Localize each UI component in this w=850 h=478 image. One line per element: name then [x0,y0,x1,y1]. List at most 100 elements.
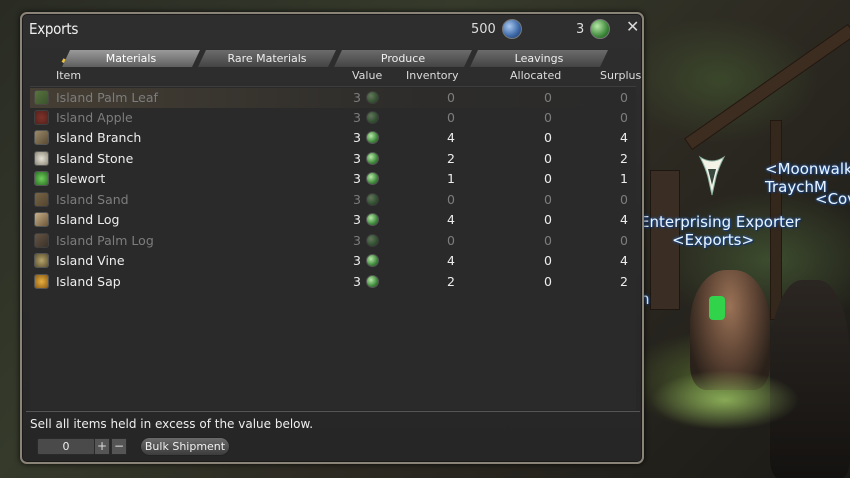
tab-rare-materials[interactable]: Rare Materials [198,50,336,67]
item-name: Island Sand [56,192,129,207]
item-allocated: 0 [544,110,552,125]
palm-leaf-icon [34,90,49,105]
item-name: Island Palm Log [56,233,154,248]
item-list: Island Palm Leaf 3 0 0 0 Island Apple 3 … [30,86,636,410]
item-inventory: 2 [447,274,455,289]
item-inventory: 0 [447,110,455,125]
item-name: Island Palm Leaf [56,90,158,105]
item-value: 3 [353,90,361,105]
sap-icon [34,274,49,289]
close-icon[interactable]: ✕ [626,19,642,35]
held-item [709,296,725,320]
currency-seafarer: 500 [471,19,522,39]
item-value: 3 [353,171,361,186]
item-inventory: 0 [447,90,455,105]
window-title: Exports [29,20,79,38]
table-row[interactable]: Island Sap 3 2 0 2 [30,272,636,292]
category-tabs: Materials Rare Materials Produce Leaving… [62,50,606,67]
exports-window: Exports 500 3 ✕ Materials Rare Materials… [20,12,644,464]
item-allocated: 0 [544,171,552,186]
item-surplus: 0 [620,90,628,105]
item-name: Islewort [56,171,106,186]
item-value: 3 [353,233,361,248]
item-inventory: 4 [447,212,455,227]
table-row[interactable]: Island Log 3 4 0 4 [30,210,636,230]
branch-icon [34,130,49,145]
islander-cowrie-icon [590,19,611,39]
npc-title-label: <Exports> [672,231,755,249]
item-allocated: 0 [544,274,552,289]
bulk-shipment-button[interactable]: Bulk Shipment [140,437,230,456]
islander-cowrie-icon [366,254,379,267]
header-value: Value [352,69,383,82]
islander-cowrie-icon [366,172,379,185]
item-surplus: 2 [620,151,628,166]
table-row[interactable]: Islewort 3 1 0 1 [30,169,636,189]
item-surplus: 0 [620,110,628,125]
item-inventory: 1 [447,171,455,186]
item-name: Island Stone [56,151,134,166]
divider [26,411,640,412]
table-row[interactable]: Island Sand 3 0 0 0 [30,190,636,210]
item-value: 3 [353,253,361,268]
item-value: 3 [353,192,361,207]
tab-produce[interactable]: Produce [334,50,472,67]
quest-marker-icon [698,155,726,196]
table-row[interactable]: Island Palm Leaf 3 0 0 0 [30,88,636,108]
islander-cowrie-icon [366,213,379,226]
islander-cowrie-icon [366,111,379,124]
seafarer-cowrie-icon [501,19,522,39]
item-inventory: 0 [447,192,455,207]
table-row[interactable]: Island Apple 3 0 0 0 [30,108,636,128]
header-allocated: Allocated [510,69,562,82]
npc-name-label: Enterprising Exporter [640,213,801,231]
sand-icon [34,192,49,207]
bulk-instructions: Sell all items held in excess of the val… [30,417,314,431]
item-value: 3 [353,110,361,125]
player-title-label: <Cov [815,190,850,208]
item-inventory: 2 [447,151,455,166]
vine-icon [34,253,49,268]
header-item: Item [56,69,82,82]
item-surplus: 4 [620,253,628,268]
currency-islander: 3 [576,19,611,39]
apple-icon [34,110,49,125]
item-value: 3 [353,212,361,227]
item-allocated: 0 [544,192,552,207]
islander-cowrie-icon [366,234,379,247]
item-surplus: 0 [620,233,628,248]
item-name: Island Apple [56,110,133,125]
tab-leavings[interactable]: Leavings [470,50,608,67]
islewort-icon [34,171,49,186]
table-row[interactable]: Island Palm Log 3 0 0 0 [30,231,636,251]
item-inventory: 4 [447,253,455,268]
item-allocated: 0 [544,90,552,105]
item-surplus: 4 [620,130,628,145]
currency-amount: 500 [471,21,496,37]
tab-materials[interactable]: Materials [62,50,200,67]
table-row[interactable]: Island Stone 3 2 0 2 [30,149,636,169]
quantity-input[interactable]: 0 [37,438,95,455]
islander-cowrie-icon [366,91,379,104]
islander-cowrie-icon [366,275,379,288]
item-surplus: 0 [620,192,628,207]
increment-button[interactable]: + [94,438,110,455]
table-row[interactable]: Island Vine 3 4 0 4 [30,251,636,271]
item-inventory: 0 [447,233,455,248]
header-surplus: Surplus [600,69,642,82]
currency-amount: 3 [576,21,585,37]
item-name: Island Sap [56,274,121,289]
item-surplus: 2 [620,274,628,289]
game-background: Enterprising Exporter <Exports> <Moonwal… [640,0,850,478]
item-name: Island Branch [56,130,142,145]
stone-icon [34,151,49,166]
player-fc-label: <Moonwalk [765,160,850,178]
log-icon [34,212,49,227]
item-allocated: 0 [544,253,552,268]
wooden-beam [684,23,850,151]
table-row[interactable]: Island Branch 3 4 0 4 [30,128,636,148]
decrement-button[interactable]: − [111,438,127,455]
item-inventory: 4 [447,130,455,145]
item-allocated: 0 [544,130,552,145]
header-inventory: Inventory [406,69,459,82]
